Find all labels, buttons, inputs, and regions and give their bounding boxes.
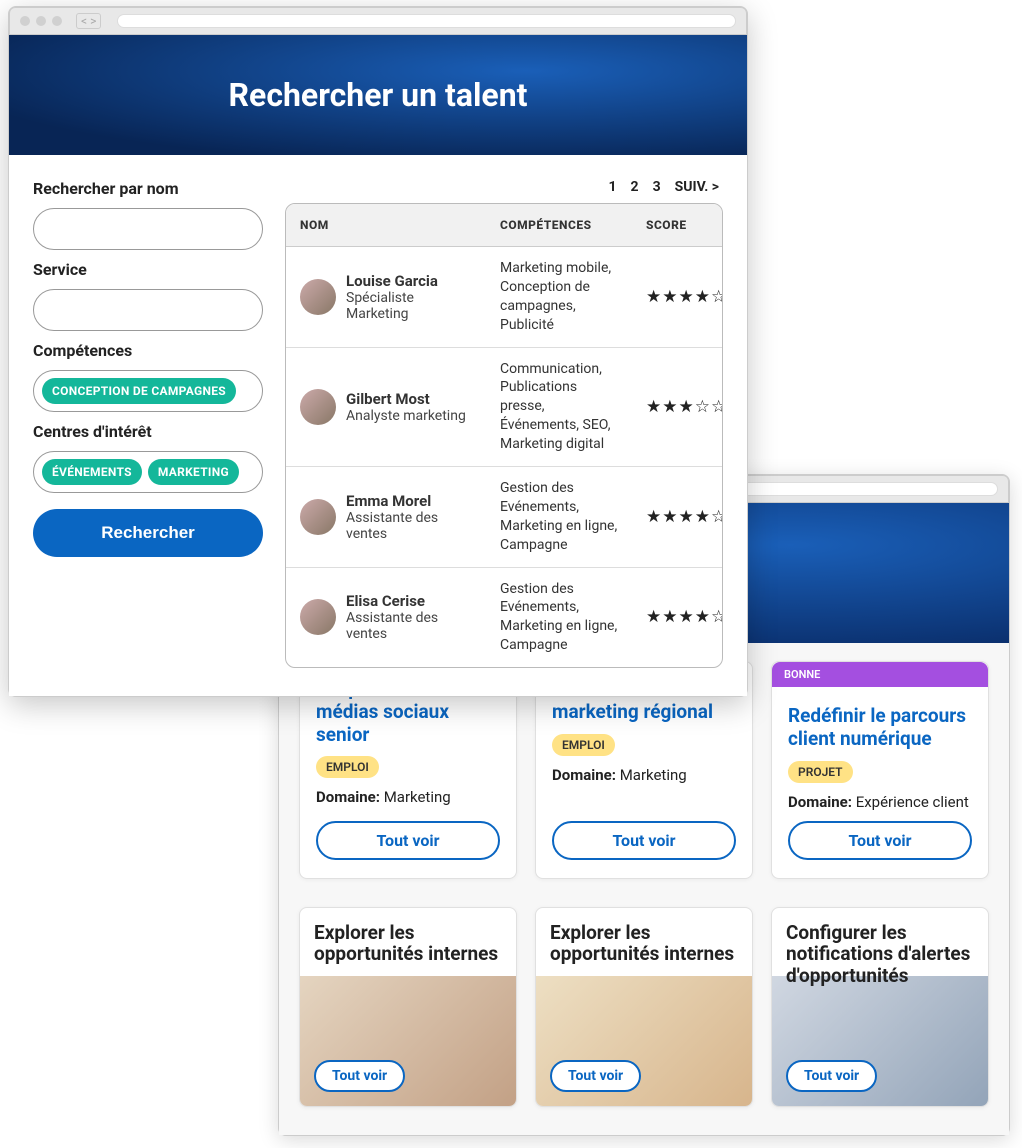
page-title: Rechercher un talent — [229, 76, 528, 114]
page-next[interactable]: SUIV. > — [675, 179, 719, 195]
card-title: Redéfinir le parcours client numérique — [788, 705, 972, 751]
score-cell: ★★★★☆ — [632, 595, 722, 639]
avatar — [300, 389, 336, 425]
job-card[interactable]: BONNE Redéfinir le parcours client numér… — [771, 661, 989, 879]
promo-tile[interactable]: Explorer les opportunités internes Tout … — [535, 907, 753, 1107]
card-badge: BONNE — [772, 662, 988, 687]
chip[interactable]: CONCEPTION DE CAMPAGNES — [42, 378, 236, 404]
person-name: Emma Morel — [346, 492, 472, 510]
col-score: SCORE — [632, 204, 722, 246]
interests-input[interactable]: ÉVÉNEMENTS MARKETING — [33, 451, 263, 493]
promo-tile[interactable]: Configurer les notifications d'alertes d… — [771, 907, 989, 1107]
person-role: Assistante des ventes — [346, 610, 472, 642]
skills-cell: Marketing mobile, Conception de campagne… — [486, 247, 632, 347]
tile-title: Explorer les opportunités internes — [550, 922, 738, 966]
chip[interactable]: MARKETING — [148, 459, 239, 485]
pagination: 1 2 3 SUIV. > — [285, 179, 723, 195]
name-cell: Gilbert MostAnalyste marketing — [286, 377, 486, 437]
label-competences: Compétences — [33, 341, 263, 360]
card-domain: Domaine: Marketing — [316, 788, 500, 806]
competences-input[interactable]: CONCEPTION DE CAMPAGNES — [33, 370, 263, 412]
card-domain: Domaine: Marketing — [552, 766, 736, 784]
tile-title: Configurer les notifications d'alertes d… — [786, 922, 974, 988]
view-all-button[interactable]: Tout voir — [316, 821, 500, 860]
label-search-name: Rechercher par nom — [33, 179, 263, 198]
view-all-button[interactable]: Tout voir — [788, 821, 972, 860]
table-row[interactable]: Emma MorelAssistante des ventesGestion d… — [286, 466, 722, 567]
card-domain: Domaine: Expérience client — [788, 793, 972, 811]
card-tag: EMPLOI — [552, 734, 615, 756]
traffic-light-dot — [52, 16, 62, 26]
table-header: NOM COMPÉTENCES SCORE — [286, 204, 722, 247]
table-row[interactable]: Louise GarciaSpécialiste MarketingMarket… — [286, 247, 722, 347]
table-row[interactable]: Gilbert MostAnalyste marketingCommunicat… — [286, 347, 722, 466]
page-link[interactable]: 3 — [653, 179, 661, 195]
name-cell: Louise GarciaSpécialiste Marketing — [286, 260, 486, 334]
service-input[interactable] — [33, 289, 263, 331]
avatar — [300, 499, 336, 535]
person-role: Analyste marketing — [346, 408, 466, 424]
search-filters: Rechercher par nom Service Compétences C… — [33, 179, 263, 668]
traffic-light-dot — [36, 16, 46, 26]
person-role: Spécialiste Marketing — [346, 290, 472, 322]
score-cell: ★★★☆☆ — [632, 385, 722, 429]
view-all-button[interactable]: Tout voir — [550, 1060, 641, 1092]
page-link[interactable]: 1 — [608, 179, 616, 195]
url-bar — [117, 14, 736, 28]
opportunities-content: Responsable des médias sociaux senior EM… — [279, 643, 1009, 1135]
results-table: NOM COMPÉTENCES SCORE Louise GarciaSpéci… — [285, 203, 723, 668]
avatar — [300, 279, 336, 315]
person-role: Assistante des ventes — [346, 510, 472, 542]
search-button[interactable]: Rechercher — [33, 509, 263, 557]
window-chrome: < > — [9, 7, 747, 35]
search-name-input[interactable] — [33, 208, 263, 250]
skills-cell: Communication, Publications presse, Évén… — [486, 348, 632, 466]
promo-tiles-row: Explorer les opportunités internes Tout … — [299, 907, 989, 1107]
card-tag: EMPLOI — [316, 756, 379, 778]
skills-cell: Gestion des Evénements, Marketing en lig… — [486, 568, 632, 668]
search-body: Rechercher par nom Service Compétences C… — [9, 155, 747, 696]
col-skills: COMPÉTENCES — [486, 204, 632, 246]
score-cell: ★★★★☆ — [632, 495, 722, 539]
promo-tile[interactable]: Explorer les opportunités internes Tout … — [299, 907, 517, 1107]
nav-arrows-icon: < > — [76, 13, 101, 29]
label-interests: Centres d'intérêt — [33, 422, 263, 441]
person-name: Elisa Cerise — [346, 592, 472, 610]
name-cell: Elisa CeriseAssistante des ventes — [286, 580, 486, 654]
view-all-button[interactable]: Tout voir — [552, 821, 736, 860]
person-name: Louise Garcia — [346, 272, 472, 290]
tile-title: Explorer les opportunités internes — [314, 922, 502, 966]
page-link[interactable]: 2 — [631, 179, 639, 195]
label-service: Service — [33, 260, 263, 279]
name-cell: Emma MorelAssistante des ventes — [286, 480, 486, 554]
avatar — [300, 599, 336, 635]
view-all-button[interactable]: Tout voir — [786, 1060, 877, 1092]
traffic-light-dot — [20, 16, 30, 26]
card-tag: PROJET — [788, 761, 853, 783]
score-cell: ★★★★☆ — [632, 275, 722, 319]
chip[interactable]: ÉVÉNEMENTS — [42, 459, 142, 485]
person-name: Gilbert Most — [346, 390, 466, 408]
hero-banner: Rechercher un talent — [9, 35, 747, 155]
col-name: NOM — [286, 204, 486, 246]
view-all-button[interactable]: Tout voir — [314, 1060, 405, 1092]
results-column: 1 2 3 SUIV. > NOM COMPÉTENCES SCORE Loui… — [285, 179, 723, 668]
table-row[interactable]: Elisa CeriseAssistante des ventesGestion… — [286, 567, 722, 668]
talent-search-window: < > Rechercher un talent Rechercher par … — [8, 6, 748, 697]
skills-cell: Gestion des Evénements, Marketing en lig… — [486, 467, 632, 567]
